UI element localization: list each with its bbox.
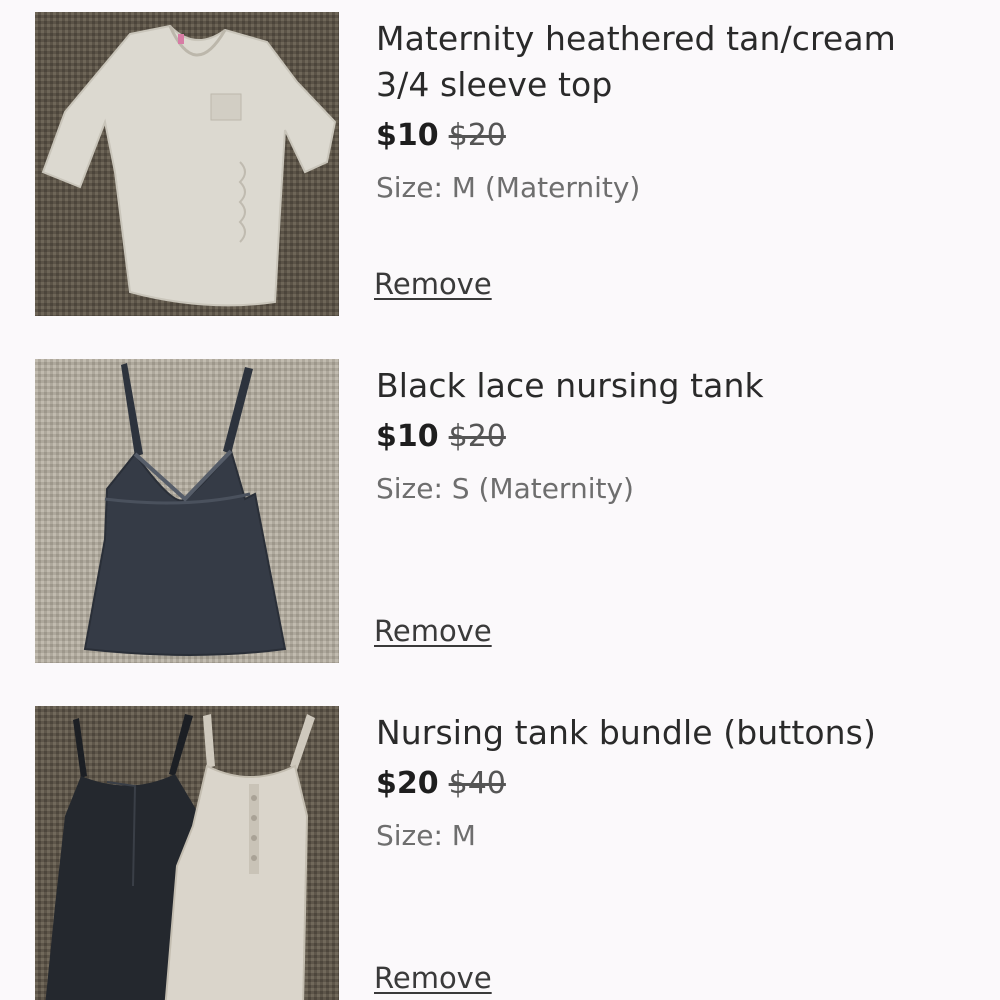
item-size: Size: M (Maternity) (376, 171, 641, 204)
item-title-line1: Maternity heathered tan/cream (376, 19, 896, 58)
black-tank-photo (35, 359, 339, 663)
item-details: Maternity heathered tan/cream 3/4 sleeve… (374, 12, 976, 316)
cart-item: Nursing tank bundle (buttons) $20 $40 Siz… (0, 706, 1000, 1000)
sale-price: $20 (376, 766, 439, 801)
item-title[interactable]: Black lace nursing tank (376, 363, 976, 409)
product-thumbnail[interactable] (35, 359, 339, 663)
cart-item: Black lace nursing tank $10 $20 Size: S (… (0, 359, 1000, 663)
cream-top-photo (35, 12, 339, 316)
original-price: $20 (448, 118, 506, 153)
original-price: $40 (448, 766, 506, 801)
remove-button[interactable]: Remove (374, 266, 492, 302)
sale-price: $10 (376, 118, 439, 153)
item-details: Nursing tank bundle (buttons) $20 $40 Siz… (374, 706, 976, 1000)
product-thumbnail[interactable] (35, 12, 339, 316)
item-title-line1: Black lace nursing tank (376, 366, 764, 405)
remove-button[interactable]: Remove (374, 960, 492, 996)
item-title[interactable]: Nursing tank bundle (buttons) (376, 710, 976, 756)
tank-bundle-photo (35, 706, 339, 1000)
sale-price: $10 (376, 419, 439, 454)
remove-button[interactable]: Remove (374, 613, 492, 649)
product-thumbnail[interactable] (35, 706, 339, 1000)
price-row: $10 $20 (376, 116, 976, 156)
price-row: $20 $40 (376, 764, 976, 804)
original-price: $20 (448, 419, 506, 454)
cart-item-list: Maternity heathered tan/cream 3/4 sleeve… (0, 0, 1000, 1000)
item-size: Size: S (Maternity) (376, 472, 634, 505)
item-details: Black lace nursing tank $10 $20 Size: S (… (374, 359, 976, 663)
item-title-line2: 3/4 sleeve top (376, 65, 613, 104)
item-size: Size: M (376, 819, 476, 852)
item-title[interactable]: Maternity heathered tan/cream 3/4 sleeve… (376, 16, 976, 108)
item-title-line1: Nursing tank bundle (buttons) (376, 713, 876, 752)
price-row: $10 $20 (376, 417, 976, 457)
cart-item: Maternity heathered tan/cream 3/4 sleeve… (0, 12, 1000, 316)
